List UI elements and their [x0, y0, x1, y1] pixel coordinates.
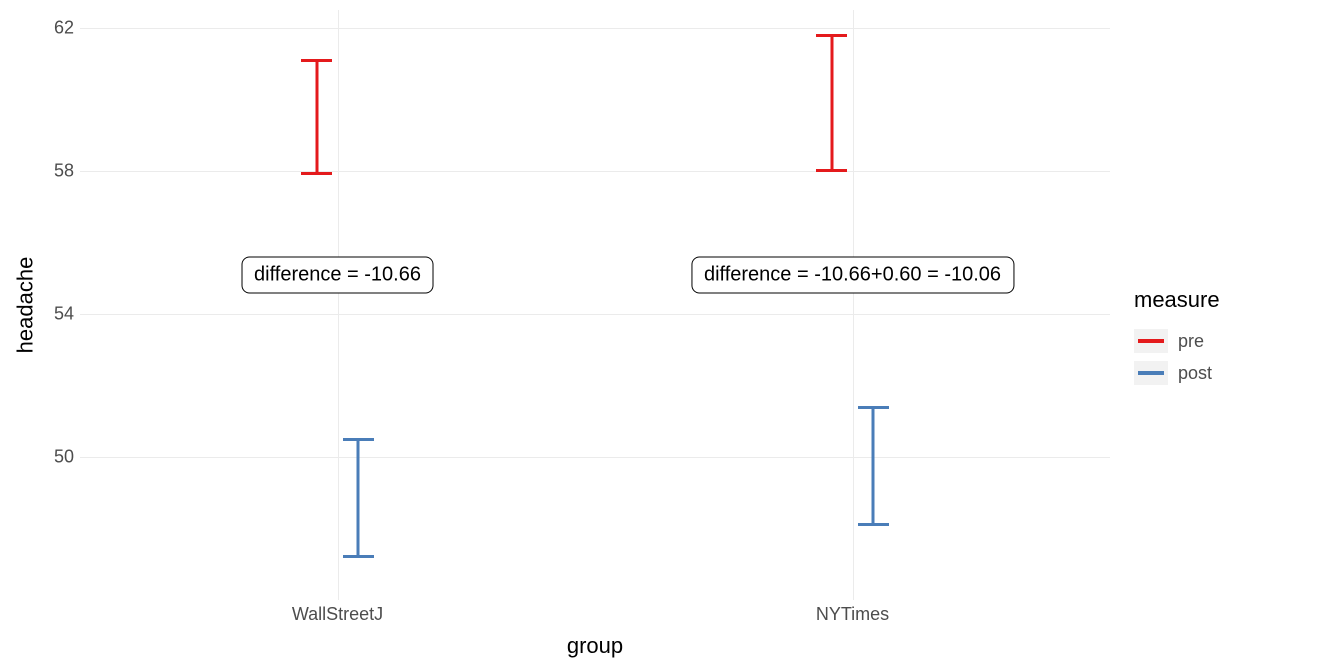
legend-title: measure	[1134, 287, 1324, 313]
errorbar-stem-icon	[830, 35, 833, 171]
chart-container: headache 50 54 58 62	[0, 0, 1344, 672]
legend-item-post: post	[1134, 361, 1324, 385]
gridline-v	[853, 10, 854, 600]
legend-line-icon	[1138, 371, 1164, 375]
annotation-nytimes: difference = -10.66+0.60 = -10.06	[691, 256, 1014, 293]
errorbar-cap-icon	[301, 172, 332, 175]
legend-key-icon	[1134, 329, 1168, 353]
x-axis-title: group	[80, 630, 1110, 662]
errorbar-cap-icon	[343, 555, 374, 558]
x-axis-title-text: group	[567, 633, 623, 659]
y-tick: 58	[54, 160, 74, 181]
plot-with-axes: headache 50 54 58 62	[10, 10, 1110, 662]
errorbar-stem-icon	[315, 60, 318, 174]
legend-line-icon	[1138, 339, 1164, 343]
errorbar-cap-icon	[816, 169, 847, 172]
errorbar-pre-wallstreetj	[301, 60, 332, 174]
legend-label: pre	[1178, 331, 1204, 352]
errorbar-pre-nytimes	[816, 35, 847, 171]
legend: measure pre post	[1110, 10, 1324, 662]
y-axis-ticks: 50 54 58 62	[40, 10, 80, 600]
errorbar-stem-icon	[872, 407, 875, 525]
legend-label: post	[1178, 363, 1212, 384]
gridline-v	[338, 10, 339, 600]
y-axis-title-text: headache	[12, 257, 38, 354]
gridline-h	[80, 314, 1110, 315]
errorbar-cap-icon	[858, 523, 889, 526]
errorbar-stem-icon	[357, 439, 360, 557]
y-axis-title: headache	[10, 10, 40, 600]
errorbar-post-wallstreetj	[343, 439, 374, 557]
gridline-h	[80, 171, 1110, 172]
x-tick: NYTimes	[816, 604, 889, 625]
annotation-wallstreetj: difference = -10.66	[241, 256, 434, 293]
legend-key-icon	[1134, 361, 1168, 385]
legend-item-pre: pre	[1134, 329, 1324, 353]
y-tick: 54	[54, 303, 74, 324]
gridline-h	[80, 457, 1110, 458]
x-axis-ticks: WallStreetJ NYTimes	[80, 600, 1110, 630]
y-tick: 50	[54, 446, 74, 467]
x-tick: WallStreetJ	[292, 604, 383, 625]
y-tick: 62	[54, 17, 74, 38]
plot-area: difference = -10.66 difference = -10.66+…	[80, 10, 1110, 600]
errorbar-post-nytimes	[858, 407, 889, 525]
gridline-h	[80, 28, 1110, 29]
